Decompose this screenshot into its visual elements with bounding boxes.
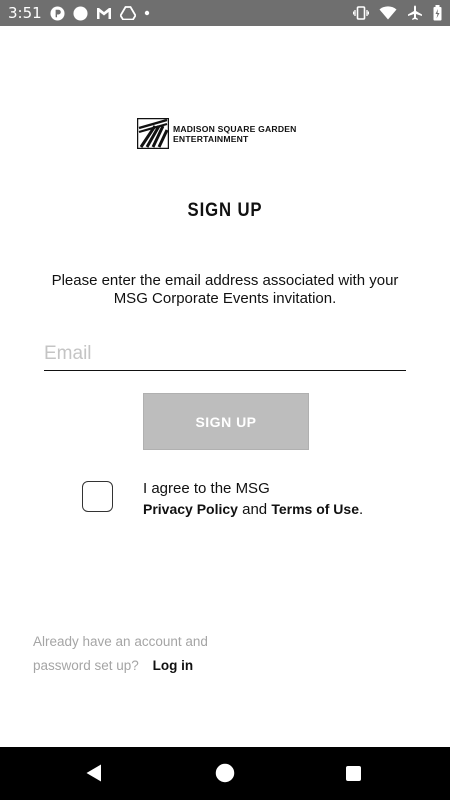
airplane-icon [407, 5, 423, 21]
gmail-icon [96, 7, 112, 20]
agreement-line-2: Privacy Policy and Terms of Use. [143, 499, 363, 520]
logo-line-2: ENTERTAINMENT [173, 133, 249, 144]
back-icon[interactable] [86, 764, 102, 782]
terms-of-use-link[interactable]: Terms of Use [271, 501, 359, 517]
home-icon[interactable] [215, 763, 235, 783]
privacy-policy-link[interactable]: Privacy Policy [143, 501, 238, 517]
instructions-line-2: MSG Corporate Events invitation. [113, 290, 337, 307]
email-input[interactable] [44, 338, 406, 370]
logo-text: MADISON SQUARE GARDEN ENTERTAINMENT [173, 124, 297, 144]
msg-logo-mark-icon [137, 118, 169, 149]
dot-icon [144, 10, 150, 16]
agree-checkbox[interactable] [82, 481, 113, 512]
logo-line-1: MADISON SQUARE GARDEN [173, 123, 297, 134]
login-link[interactable]: Log in [153, 658, 194, 673]
wifi-icon [379, 6, 397, 20]
msg-logo: MADISON SQUARE GARDEN ENTERTAINMENT [137, 118, 297, 149]
status-time: 3:51 [8, 4, 42, 22]
battery-icon [433, 5, 442, 21]
circle-icon [73, 5, 88, 21]
instructions-line-1: Please enter the email address associate… [51, 272, 399, 289]
agreement-text: I agree to the MSG Privacy Policy and Te… [143, 478, 363, 520]
account-prompt-question: password set up? [33, 658, 139, 673]
agreement-and: and [242, 501, 268, 518]
instructions-text: Please enter the email address associate… [40, 272, 410, 308]
status-bar: 3:51 [0, 0, 450, 26]
signup-button[interactable]: SIGN UP [143, 393, 309, 450]
agreement-period: . [359, 501, 364, 518]
drive-icon [119, 6, 136, 20]
account-prompt-line-2: password set up? Log in [33, 654, 208, 678]
navigation-bar [0, 747, 450, 800]
recents-icon[interactable] [346, 766, 361, 781]
email-field[interactable] [44, 338, 406, 371]
account-prompt-line-1: Already have an account and [33, 634, 208, 649]
agreement-line-1: I agree to the MSG [143, 480, 270, 497]
vibrate-icon [353, 6, 369, 20]
app-p-icon [50, 5, 65, 21]
account-prompt: Already have an account and password set… [33, 630, 208, 678]
page-title: SIGN UP [187, 200, 263, 221]
